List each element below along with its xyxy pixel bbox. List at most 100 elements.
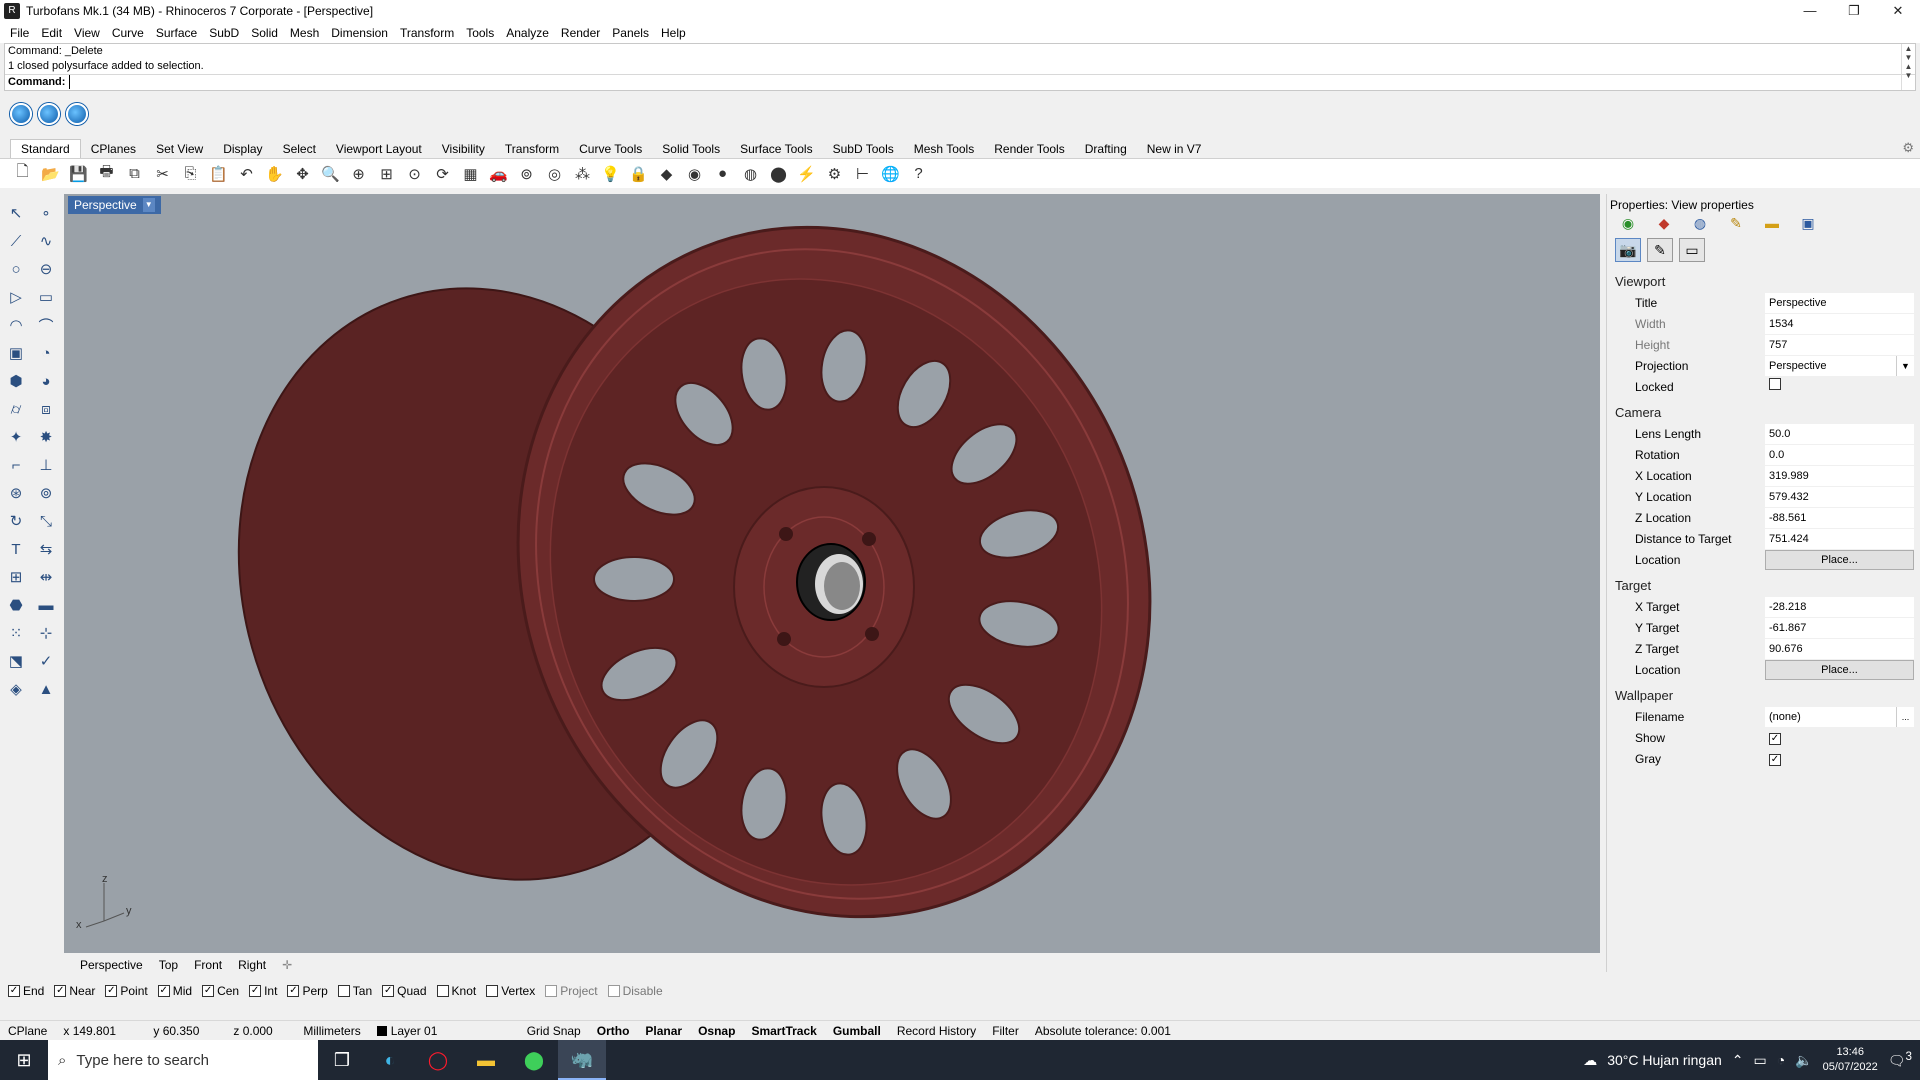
status-smarttrack[interactable]: SmartTrack	[743, 1024, 824, 1038]
status-grid-snap[interactable]: Grid Snap	[519, 1024, 589, 1038]
checkbox[interactable]	[337, 985, 350, 997]
osnap-near[interactable]: ✓ Near	[54, 984, 101, 998]
maximize-button[interactable]: ❐	[1832, 0, 1876, 22]
menu-dimension[interactable]: Dimension	[325, 26, 394, 40]
circle-icon[interactable]: ○	[3, 256, 29, 282]
vpn-app-icon[interactable]: ⬤	[510, 1040, 558, 1080]
decal-icon[interactable]: ✎	[1727, 214, 1745, 232]
tab-visibility[interactable]: Visibility	[432, 140, 495, 158]
mesh-icon[interactable]: ⊞	[3, 564, 29, 590]
rotate-icon[interactable]: ↻	[3, 508, 29, 534]
tab-solid-tools[interactable]: Solid Tools	[652, 140, 730, 158]
osnap-vertex[interactable]: Vertex	[486, 984, 541, 998]
status-gumball[interactable]: Gumball	[825, 1024, 889, 1038]
windows-start-icon[interactable]: ⊞	[0, 1040, 48, 1080]
rectangle-icon[interactable]: ▭	[33, 284, 59, 310]
checkbox[interactable]: ✓	[249, 985, 262, 997]
viewport-height-field[interactable]: 757	[1765, 334, 1914, 355]
cylinder-icon[interactable]: ⌭	[3, 396, 29, 422]
move-icon[interactable]: ✥	[290, 162, 315, 186]
box-icon[interactable]: ⬢	[3, 368, 29, 394]
zoom-icon[interactable]: 🔍	[318, 162, 343, 186]
texture-icon[interactable]: ▣	[1799, 214, 1817, 232]
menu-help[interactable]: Help	[655, 26, 692, 40]
boolean-icon[interactable]: ✦	[3, 424, 29, 450]
checkbox[interactable]: ✓	[157, 985, 170, 997]
checkbox[interactable]: ✓	[8, 985, 20, 997]
drafting-icon[interactable]: ▲	[33, 676, 59, 702]
viewport-width-field[interactable]: 1534	[1765, 313, 1914, 334]
osnap-end[interactable]: ✓ End	[8, 984, 50, 998]
fillet-icon[interactable]: ⌒	[33, 312, 59, 338]
rotate-view-icon[interactable]: ⟳	[430, 162, 455, 186]
array-icon[interactable]: ⁙	[3, 620, 29, 646]
options-gear-icon[interactable]: ⚙	[822, 162, 847, 186]
target-icon[interactable]: ◎	[542, 162, 567, 186]
cplane-icon[interactable]: ⊚	[514, 162, 539, 186]
status-layer[interactable]: Layer 01	[369, 1024, 519, 1038]
projection-select[interactable]: Perspective ▼	[1765, 355, 1914, 376]
distance-to-target-field[interactable]: 751.424	[1765, 528, 1914, 549]
x-location-field[interactable]: 319.989	[1765, 465, 1914, 486]
polyline-icon[interactable]: ⟋	[3, 228, 29, 254]
solid-tools-icon[interactable]: ⬣	[3, 592, 29, 618]
save-icon[interactable]: 💾	[66, 162, 91, 186]
command-input[interactable]	[69, 75, 1915, 89]
weather-icon[interactable]: ☁	[1583, 1052, 1597, 1069]
viewport-tab-front[interactable]: Front	[186, 958, 230, 972]
wifi-icon[interactable]: ◔	[1777, 1052, 1785, 1068]
perspective-viewport[interactable]: Perspective ▼ z y x	[64, 194, 1600, 953]
color-wheel-icon[interactable]: ◉	[682, 162, 707, 186]
plugin-gear-icon[interactable]	[66, 103, 88, 125]
checkbox[interactable]	[545, 985, 558, 997]
tab-mesh-tools[interactable]: Mesh Tools	[904, 140, 984, 158]
minimize-button[interactable]: —	[1788, 0, 1832, 22]
arc-icon[interactable]: ◠	[3, 312, 29, 338]
z-location-field[interactable]: -88.561	[1765, 507, 1914, 528]
menu-edit[interactable]: Edit	[35, 26, 68, 40]
checkbox[interactable]: ✓	[105, 985, 118, 997]
scale-icon[interactable]: ⤡	[33, 508, 59, 534]
group-icon[interactable]: ⊛	[3, 480, 29, 506]
menu-render[interactable]: Render	[555, 26, 606, 40]
status-planar[interactable]: Planar	[637, 1024, 690, 1038]
weather-text[interactable]: 30°C Hujan ringan	[1607, 1052, 1722, 1068]
viewport-tab-right[interactable]: Right	[230, 958, 274, 972]
menu-surface[interactable]: Surface	[150, 26, 203, 40]
tab-transform[interactable]: Transform	[495, 140, 569, 158]
osnap-int[interactable]: ✓ Int	[249, 984, 283, 998]
checkbox[interactable]: ✓	[54, 985, 67, 997]
viewport-tab-perspective[interactable]: Perspective	[72, 958, 151, 972]
osnap-mid[interactable]: ✓ Mid	[157, 984, 198, 998]
checkbox[interactable]	[486, 985, 499, 997]
text-icon[interactable]: T	[3, 536, 29, 562]
zoom-extents-icon[interactable]: ⊞	[374, 162, 399, 186]
plugin-gear-icon[interactable]	[38, 103, 60, 125]
network-icon[interactable]: ▭	[1754, 1052, 1767, 1069]
status-cplane[interactable]: CPlane	[0, 1024, 55, 1038]
camera-icon[interactable]: 📷	[1615, 238, 1641, 262]
status-ortho[interactable]: Ortho	[589, 1024, 638, 1038]
undo-icon[interactable]: ↶	[234, 162, 259, 186]
checkbox[interactable]: ✓	[287, 985, 300, 997]
show-checkbox[interactable]: ✓	[1769, 732, 1781, 745]
browse-button[interactable]: ...	[1896, 706, 1914, 727]
zoom-window-icon[interactable]: ⊕	[346, 162, 371, 186]
ellipse-icon[interactable]: ⊖	[33, 256, 59, 282]
osnap-cen[interactable]: ✓ Cen	[202, 984, 245, 998]
menu-file[interactable]: File	[4, 26, 35, 40]
menu-subd[interactable]: SubD	[203, 26, 245, 40]
explode-icon[interactable]: ✸	[33, 424, 59, 450]
osnap-quad[interactable]: ✓ Quad	[382, 984, 432, 998]
tab-viewport-layout[interactable]: Viewport Layout	[326, 140, 432, 158]
copy-icon[interactable]: ⎘	[178, 162, 203, 186]
tab-cplanes[interactable]: CPlanes	[81, 140, 146, 158]
ruler-icon[interactable]: ▬	[33, 592, 59, 618]
object-properties-icon[interactable]: ◉	[1619, 214, 1637, 232]
select-points-icon[interactable]: ⁂	[570, 162, 595, 186]
car-icon[interactable]: 🚗	[486, 162, 511, 186]
osnap-perp[interactable]: ✓ Perp	[287, 984, 333, 998]
tab-surface-tools[interactable]: Surface Tools	[730, 140, 823, 158]
lens-length-field[interactable]: 50.0	[1765, 423, 1914, 444]
menu-analyze[interactable]: Analyze	[500, 26, 555, 40]
